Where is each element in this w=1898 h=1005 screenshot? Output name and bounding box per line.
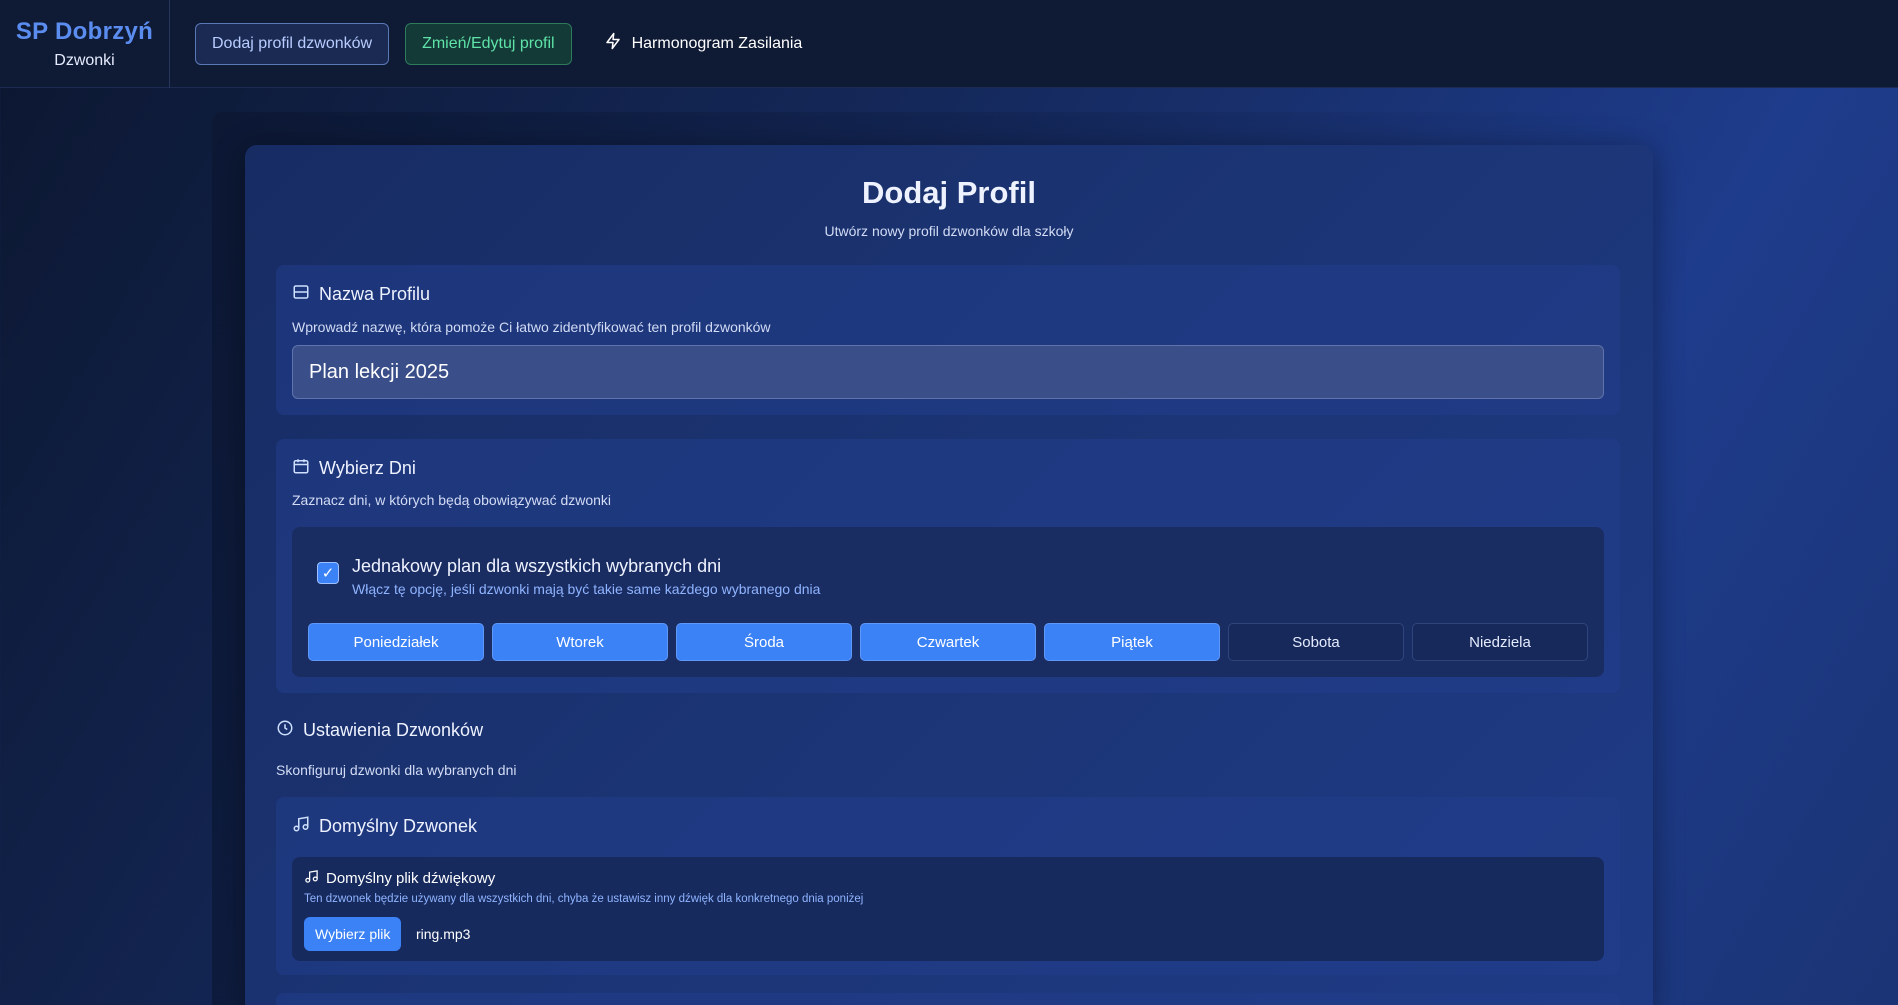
- drive-icon: [292, 283, 310, 306]
- page-title: Dodaj Profil: [862, 175, 1036, 210]
- next-section: [276, 993, 1620, 1005]
- selected-file-name: ring.mp3: [416, 926, 471, 942]
- days-heading-text: Wybierz Dni: [319, 458, 416, 478]
- clock-icon: [276, 719, 294, 742]
- add-profile-card: Dodaj Profil Utwórz nowy profil dzwonków…: [245, 145, 1653, 1005]
- default-sound-title-text: Domyślny plik dźwiękowy: [326, 870, 496, 887]
- default-sound-description: Ten dzwonek będzie używany dla wszystkic…: [304, 893, 864, 905]
- days-panel: ✓ Jednakowy plan dla wszystkich wybranyc…: [292, 527, 1604, 677]
- day-button-monday[interactable]: Poniedziałek: [308, 623, 484, 661]
- music-note-icon: [304, 869, 319, 888]
- bell-settings-heading: Ustawienia Dzwonków: [276, 719, 483, 742]
- day-button-wednesday[interactable]: Środa: [676, 623, 852, 661]
- day-button-friday[interactable]: Piątek: [1044, 623, 1220, 661]
- lightning-icon: [604, 32, 622, 55]
- page-subtitle: Utwórz nowy profil dzwonków dla szkoły: [824, 223, 1074, 239]
- brand[interactable]: SP Dobrzyń Dzwonki: [0, 0, 170, 88]
- day-button-tuesday[interactable]: Wtorek: [492, 623, 668, 661]
- brand-title: SP Dobrzyń: [15, 17, 154, 45]
- profile-name-section: Nazwa Profilu Wprowadź nazwę, która pomo…: [276, 265, 1620, 415]
- days-section: Wybierz Dni Zaznacz dni, w których będą …: [276, 439, 1620, 693]
- power-schedule-link[interactable]: Harmonogram Zasilania: [588, 32, 819, 55]
- calendar-icon: [292, 457, 310, 480]
- days-description: Zaznacz dni, w których będą obowiązywać …: [292, 492, 612, 508]
- music-note-icon: [292, 815, 310, 838]
- brand-subtitle: Dzwonki: [54, 51, 115, 69]
- default-sound-title: Domyślny plik dźwiękowy: [304, 869, 495, 888]
- nav-bar: Dodaj profil dzwonków Zmień/Edytuj profi…: [195, 22, 819, 65]
- day-button-saturday[interactable]: Sobota: [1228, 623, 1404, 661]
- same-plan-title: Jednakowy plan dla wszystkich wybranych …: [352, 556, 722, 576]
- default-bell-section: Domyślny Dzwonek Domyślny plik dźwiękowy…: [276, 797, 1620, 975]
- top-navigation: SP Dobrzyń Dzwonki Dodaj profil dzwonków…: [0, 0, 1898, 88]
- profile-name-heading: Nazwa Profilu: [292, 283, 430, 306]
- day-button-thursday[interactable]: Czwartek: [860, 623, 1036, 661]
- default-bell-heading-text: Domyślny Dzwonek: [319, 816, 478, 836]
- edit-profile-button[interactable]: Zmień/Edytuj profil: [405, 22, 572, 65]
- profile-name-heading-text: Nazwa Profilu: [319, 284, 431, 304]
- add-profile-button[interactable]: Dodaj profil dzwonków: [195, 22, 390, 65]
- bell-settings-heading-text: Ustawienia Dzwonków: [303, 720, 484, 740]
- profile-name-input[interactable]: Plan lekcji 2025: [292, 345, 1604, 399]
- day-buttons: Poniedziałek Wtorek Środa Czwartek Piąte…: [308, 623, 1588, 661]
- same-plan-description: Włącz tę opcję, jeśli dzwonki mają być t…: [352, 581, 821, 597]
- same-plan-checkbox[interactable]: ✓: [317, 562, 339, 584]
- default-bell-heading: Domyślny Dzwonek: [292, 815, 477, 838]
- profile-name-description: Wprowadź nazwę, która pomoże Ci łatwo zi…: [292, 319, 771, 335]
- choose-file-button[interactable]: Wybierz plik: [304, 917, 402, 951]
- default-sound-panel: Domyślny plik dźwiękowy Ten dzwonek będz…: [292, 857, 1604, 961]
- power-schedule-label: Harmonogram Zasilania: [631, 34, 803, 52]
- day-button-sunday[interactable]: Niedziela: [1412, 623, 1588, 661]
- days-heading: Wybierz Dni: [292, 457, 416, 480]
- bell-settings-description: Skonfiguruj dzwonki dla wybranych dni: [276, 762, 517, 778]
